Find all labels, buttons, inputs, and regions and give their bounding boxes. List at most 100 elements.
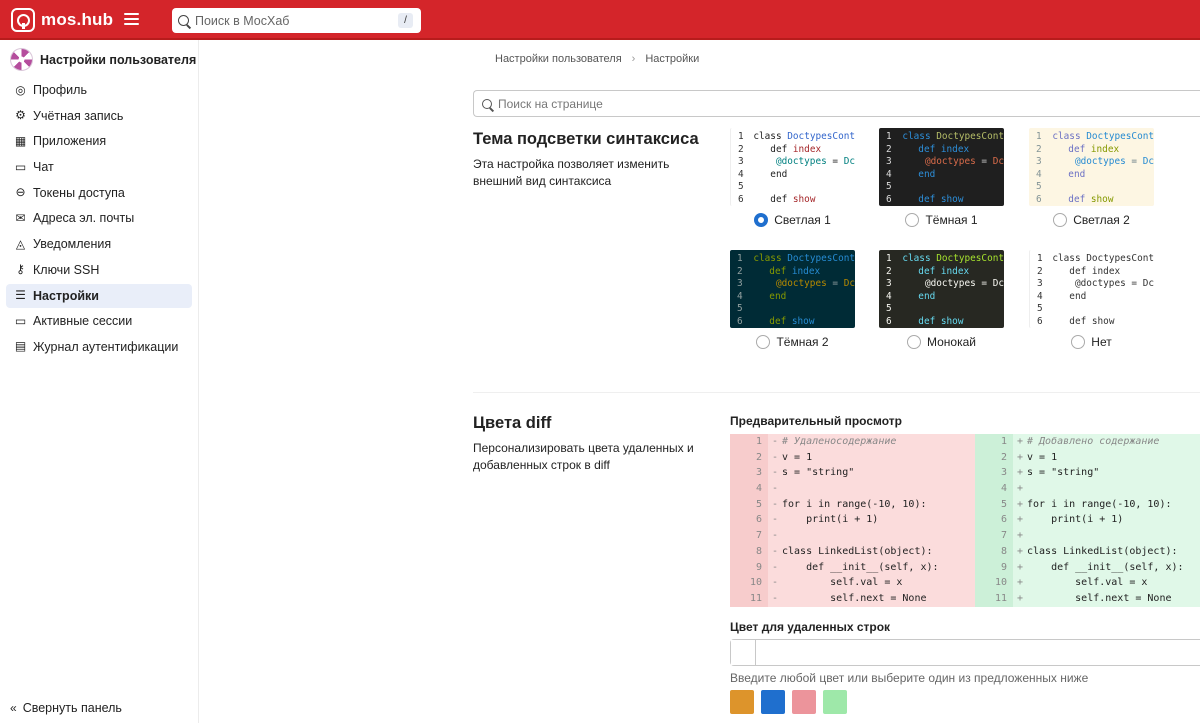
sidebar-item[interactable]: ⚷ Ключи SSH: [6, 258, 192, 282]
color-swatch[interactable]: [792, 690, 816, 714]
breadcrumb-preferences[interactable]: Настройки: [645, 53, 699, 65]
user-circle-icon: ◎: [15, 82, 26, 97]
breadcrumb-user-settings[interactable]: Настройки пользователя: [495, 53, 622, 65]
sidebar-item[interactable]: ⊖ Токены доступа: [6, 181, 192, 205]
diff-line: 8 + class LinkedList(object):: [975, 543, 1200, 560]
code-line: 6 def show: [879, 316, 1004, 329]
code-text: def index: [918, 143, 970, 155]
sidebar-item[interactable]: ▭ Чат: [6, 155, 192, 179]
theme-radio-option[interactable]: Светлая 2: [1029, 213, 1154, 227]
code-text: def show: [769, 315, 815, 327]
code-line: 2 def index: [879, 144, 1004, 157]
global-search-input[interactable]: Поиск в МосХаб /: [172, 8, 421, 33]
removed-color-field[interactable]: [730, 639, 1200, 666]
diff-line: 11 + self.next = None: [975, 590, 1200, 607]
radio-button[interactable]: [756, 335, 771, 349]
line-number: 6: [1036, 193, 1042, 205]
diff-line: 10- self.val = x: [730, 575, 975, 591]
collapse-sidebar-button[interactable]: « Свернуть панель: [10, 701, 122, 715]
syntax-theme-title: Тема подсветки синтаксиса: [473, 130, 699, 148]
code-line: 5: [730, 303, 855, 316]
color-swatch[interactable]: [761, 690, 785, 714]
line-number: 2: [738, 143, 744, 155]
sidebar-item-label: Журнал аутентификации: [33, 339, 179, 354]
syntax-theme-card[interactable]: 1 class DoctypesCont 2 def index 3 @doctype…: [730, 250, 855, 349]
code-text: @doctypes = Dc: [775, 278, 855, 289]
code-line: 4 end: [879, 291, 1004, 304]
diff-code: # Добавлено содержание: [1027, 436, 1160, 447]
sidebar: Настройки пользователя ◎ Профиль ⚙ Учётная …: [0, 40, 199, 723]
diff-line-number: 7: [975, 528, 1013, 544]
radio-button[interactable]: [905, 213, 920, 227]
syntax-theme-card[interactable]: 1 class DoctypesCont 2 def index 3 @doctype…: [879, 128, 1004, 227]
code-line: 6 def show: [879, 194, 1004, 207]
token-icon: ⊖: [15, 185, 26, 200]
diff-code: self.val = x: [782, 577, 903, 589]
monitor-icon: ▭: [14, 313, 27, 328]
section-divider: [473, 392, 1200, 393]
code-text: class DoctypesCont: [753, 253, 855, 264]
code-line: 4 end: [1029, 169, 1154, 182]
color-swatch[interactable]: [823, 690, 847, 714]
sidebar-item[interactable]: ▦ Приложения: [6, 129, 192, 153]
sidebar-item[interactable]: ◬ Уведомления: [6, 232, 192, 256]
syntax-theme-card[interactable]: 1 class DoctypesCont 2 def index 3 @doctype…: [879, 250, 1004, 349]
diff-code: v = 1: [782, 451, 813, 463]
color-swatch[interactable]: [730, 690, 754, 714]
diff-line-number: 4: [730, 481, 768, 497]
diff-code: for i in range(-10, 10):: [1027, 498, 1172, 510]
radio-button[interactable]: [754, 213, 769, 227]
syntax-theme-card[interactable]: 1 class DoctypesCont 2 def index 3 @doctype…: [730, 128, 855, 227]
sidebar-item[interactable]: ✉ Адреса эл. почты: [6, 206, 192, 230]
diff-line-number: 1: [975, 434, 1013, 450]
bell-icon: ◬: [15, 236, 26, 251]
code-line: 3 @doctypes = Dc: [731, 156, 855, 169]
line-number: 1: [738, 131, 744, 142]
logo-text: mos.hub: [41, 10, 114, 29]
theme-radio-option[interactable]: Светлая 1: [730, 213, 855, 227]
sidebar-item[interactable]: ⚙ Учётная запись: [6, 104, 192, 128]
code-line: 3 @doctypes = Dc: [1030, 278, 1154, 291]
menu-burger-icon[interactable]: [124, 13, 139, 25]
syntax-theme-card[interactable]: 1 class DoctypesCont 2 def index 3 @doctype…: [1029, 128, 1154, 227]
line-number: 3: [886, 278, 892, 289]
radio-button[interactable]: [1071, 335, 1086, 349]
diff-sign: +: [1016, 592, 1024, 604]
sidebar-item[interactable]: ◎ Профиль: [6, 78, 192, 102]
color-preview-swatch[interactable]: [731, 640, 756, 665]
theme-radio-option[interactable]: Тёмная 2: [730, 335, 855, 349]
sidebar-item[interactable]: ▭ Активные сессии: [6, 309, 192, 333]
code-text: def show: [918, 193, 964, 205]
code-text: def index: [1069, 265, 1121, 277]
diff-sign: +: [1016, 577, 1024, 589]
theme-radio-option[interactable]: Нет: [1029, 335, 1154, 349]
line-number: 2: [737, 265, 743, 277]
code-line: 1 class DoctypesCont: [1030, 253, 1154, 266]
diff-line-number: 9: [975, 559, 1013, 576]
sidebar-header[interactable]: Настройки пользователя: [10, 48, 196, 71]
line-number: 3: [737, 278, 743, 289]
diff-code: # Удаленосодержание: [782, 436, 897, 447]
code-text: class DoctypesCont: [1052, 253, 1154, 264]
code-line: 5: [1029, 181, 1154, 194]
diff-line: 4 +: [975, 481, 1200, 497]
theme-radio-option[interactable]: Тёмная 1: [879, 213, 1004, 227]
sidebar-item[interactable]: ☰ Настройки: [6, 283, 192, 308]
sidebar-item[interactable]: ▤ Журнал аутентификации: [6, 335, 192, 359]
code-line: 3 @doctypes = Dc: [879, 278, 1004, 291]
code-line: 6 def show: [730, 316, 855, 329]
line-number: 1: [886, 131, 892, 142]
code-text: class DoctypesCont: [902, 131, 1004, 142]
radio-button[interactable]: [907, 335, 921, 349]
radio-button[interactable]: [1053, 213, 1068, 227]
theme-radio-option[interactable]: Монокай: [879, 335, 1004, 349]
logo[interactable]: mos.hub: [11, 8, 113, 32]
code-text: end: [770, 168, 788, 180]
diff-line: 2-v = 1: [730, 449, 975, 466]
syntax-theme-card[interactable]: 1 class DoctypesCont 2 def index 3 @doctype…: [1029, 250, 1154, 349]
page-search-input[interactable]: Поиск на странице: [473, 90, 1200, 117]
code-text: def show: [1068, 193, 1114, 205]
global-search-placeholder: Поиск в МосХаб: [195, 13, 290, 28]
code-text: def index: [769, 265, 821, 277]
code-text: end: [769, 290, 787, 302]
